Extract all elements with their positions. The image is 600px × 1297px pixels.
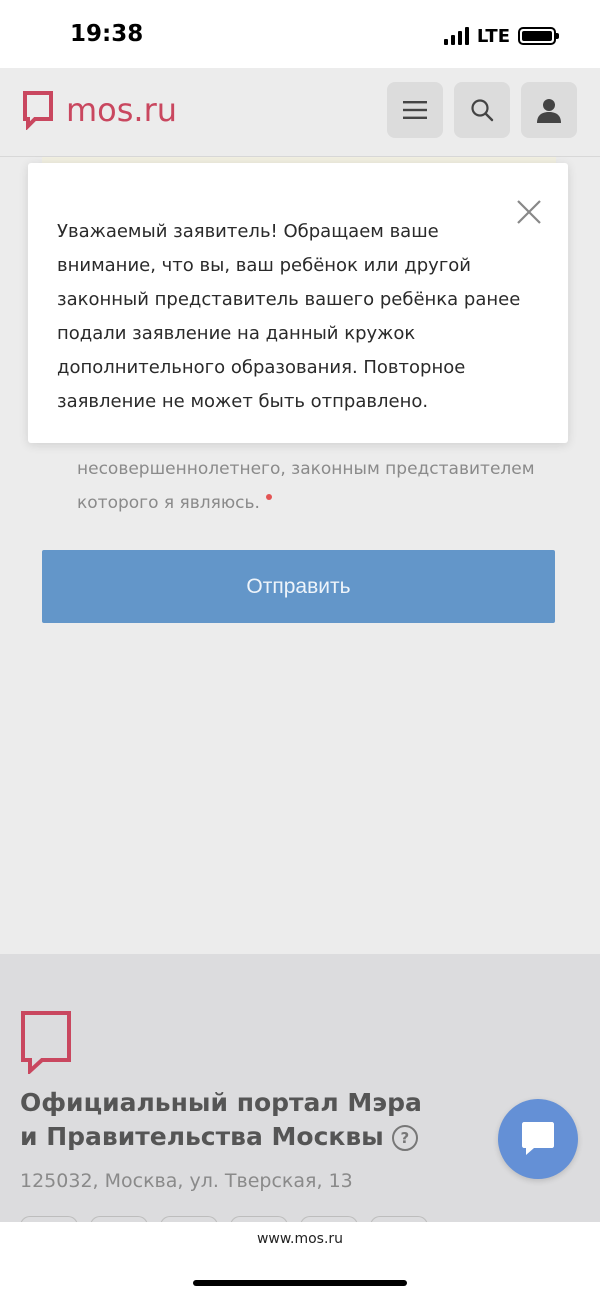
search-button[interactable] (454, 82, 510, 138)
submit-button[interactable]: Отправить (42, 550, 555, 623)
signal-icon (443, 27, 469, 45)
chat-button[interactable] (498, 1099, 578, 1179)
user-icon (537, 99, 561, 123)
site-header: mos.ru (0, 68, 600, 157)
logo-speech-icon (22, 90, 54, 130)
menu-button[interactable] (387, 82, 443, 138)
modal-message: Уважаемый заявитель! Обращаем ваше внима… (57, 221, 521, 412)
footer-title: Официальный портал Мэра и Правительства … (20, 1086, 460, 1154)
logo-text: mos.ru (66, 91, 178, 129)
help-icon[interactable]: ? (391, 1125, 418, 1151)
browser-url[interactable]: www.mos.ru (0, 1231, 600, 1247)
network-label: LTE (476, 25, 510, 47)
chat-icon (522, 1122, 554, 1155)
search-icon (471, 99, 494, 122)
home-indicator (193, 1280, 407, 1286)
footer-title-line-1: Официальный портал Мэра (20, 1088, 422, 1117)
status-indicators: LTE (443, 22, 559, 50)
status-time: 19:38 (70, 21, 144, 47)
browser-bottom-bar: www.mos.ru (0, 1222, 600, 1297)
duplicate-application-modal: Уважаемый заявитель! Обращаем ваше внима… (28, 163, 568, 443)
consent-text: несовершеннолетнего, законным представит… (77, 452, 557, 520)
footer-address: 125032, Москва, ул. Тверская, 13 (20, 1170, 353, 1192)
site-footer: Официальный портал Мэра и Правительства … (0, 954, 600, 1237)
hamburger-icon (403, 101, 427, 119)
battery-icon (518, 27, 559, 45)
site-logo[interactable]: mos.ru (22, 90, 177, 130)
footer-logo-icon (20, 1010, 72, 1078)
footer-title-line-2: и Правительства Москвы (20, 1122, 384, 1151)
required-marker (265, 494, 272, 500)
consent-line-2: которого я являюсь. (77, 493, 260, 513)
status-bar: 19:38 LTE (0, 0, 600, 68)
profile-button[interactable] (521, 82, 577, 138)
consent-line-1: несовершеннолетнего, законным представит… (77, 459, 535, 479)
